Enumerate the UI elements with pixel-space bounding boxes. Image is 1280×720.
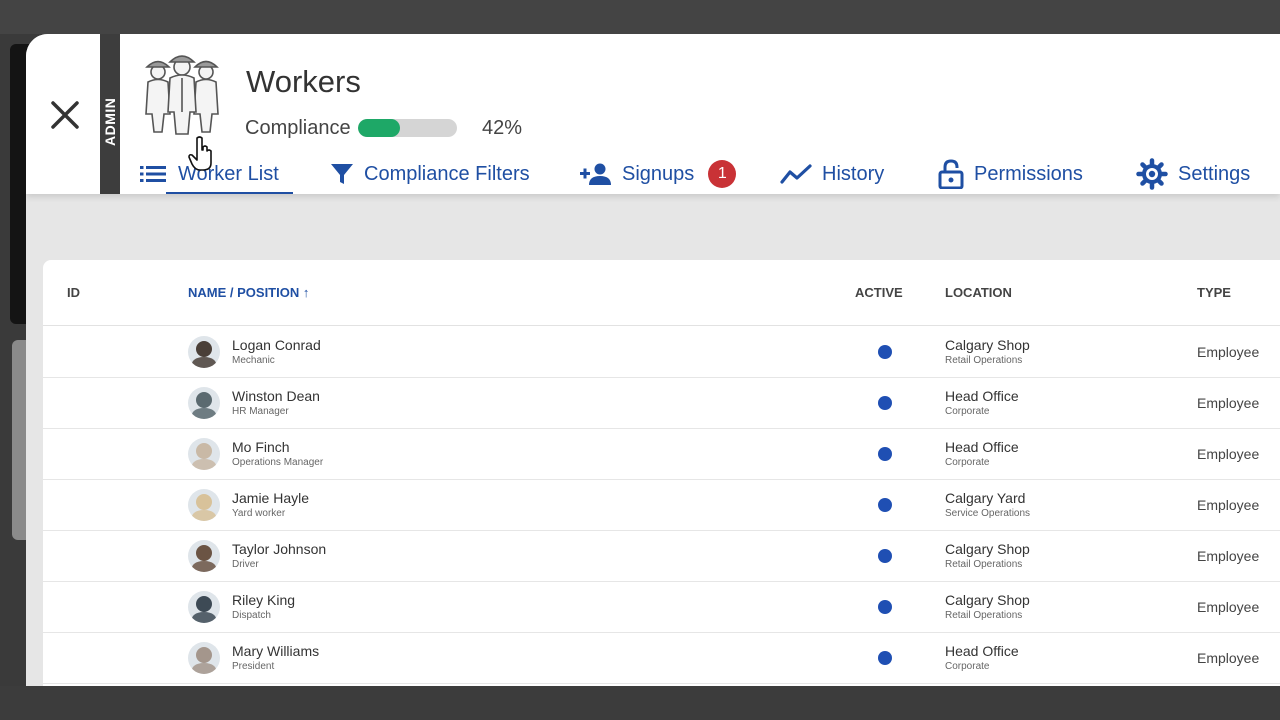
table-row[interactable]: Mary Williams President Head Office Corp… [43,633,1280,684]
gear-icon [1136,158,1168,190]
worker-type: Employee [1197,395,1260,411]
active-status-dot [878,396,892,410]
background-bottom-strip [0,686,1280,720]
tab-compliance-filters[interactable]: Compliance Filters [330,156,530,192]
worker-name[interactable]: Logan Conrad [232,337,321,353]
column-header-active[interactable]: ACTIVE [855,285,903,300]
worker-type: Employee [1197,344,1260,360]
worker-type: Employee [1197,599,1260,615]
avatar [188,336,220,368]
worker-name[interactable]: Jamie Hayle [232,490,309,506]
table-row[interactable]: Logan Conrad Mechanic Calgary Shop Retai… [43,327,1280,378]
column-header-name[interactable]: NAME / POSITION ↑ [188,285,309,300]
avatar [188,387,220,419]
workers-table: ID NAME / POSITION ↑ ACTIVE LOCATION TYP… [43,260,1280,686]
tab-bar: Worker List Compliance Filters Signups 1 [26,156,1280,194]
trend-line-icon [780,164,812,184]
table-row[interactable]: Winston Dean HR Manager Head Office Corp… [43,378,1280,429]
tab-label: Settings [1178,162,1251,185]
worker-position: Yard worker [232,508,286,519]
worker-department: Corporate [945,661,990,672]
worker-department: Retail Operations [945,610,1023,621]
worker-name[interactable]: Taylor Johnson [232,541,326,557]
active-status-dot [878,498,892,512]
table-row[interactable]: Jamie Hayle Yard worker Calgary Yard Ser… [43,480,1280,531]
tab-permissions[interactable]: Permissions [938,156,1083,192]
worker-type: Employee [1197,650,1260,666]
active-status-dot [878,345,892,359]
tab-signups[interactable]: Signups 1 [580,156,737,192]
compliance-label: Compliance [245,117,351,139]
column-header-id[interactable]: ID [67,285,80,300]
tab-label: History [822,162,885,185]
worker-position: President [232,661,275,672]
worker-name[interactable]: Winston Dean [232,388,320,404]
worker-name[interactable]: Mary Williams [232,643,319,659]
avatar [188,642,220,674]
table-row[interactable]: Riley King Dispatch Calgary Shop Retail … [43,582,1280,633]
close-button[interactable] [48,98,82,132]
worker-department: Retail Operations [945,559,1023,570]
worker-position: Dispatch [232,610,271,621]
worker-department: Service Operations [945,508,1031,519]
compliance-progress-bar [358,119,457,137]
list-icon [140,166,166,182]
table-row[interactable]: Mo Finch Operations Manager Head Office … [43,429,1280,480]
worker-department: Retail Operations [945,355,1023,366]
admin-label: ADMIN [102,97,118,146]
tab-history[interactable]: History [780,156,884,192]
table-header: ID NAME / POSITION ↑ ACTIVE LOCATION TYP… [43,260,1280,326]
close-icon [51,101,79,129]
tab-label: Compliance Filters [364,162,530,185]
tab-label: Signups [622,162,695,185]
active-status-dot [878,600,892,614]
header: ADMIN Workers Compliance 42% Worker List… [26,34,1280,194]
compliance-progress-fill [358,119,400,137]
background-top-strip [0,0,1280,34]
avatar [188,591,220,623]
worker-position: Mechanic [232,355,275,366]
column-header-name-label: NAME / POSITION [188,285,300,300]
active-status-dot [878,447,892,461]
worker-type: Employee [1197,497,1260,513]
worker-location: Calgary Yard [945,490,1026,506]
tab-settings[interactable]: Settings [1136,156,1250,192]
worker-location: Head Office [945,388,1019,404]
avatar [188,489,220,521]
worker-name[interactable]: Mo Finch [232,439,290,455]
filter-icon [331,164,353,184]
worker-type: Employee [1197,548,1260,564]
avatar [188,540,220,572]
worker-name[interactable]: Riley King [232,592,295,608]
compliance-percent: 42% [482,117,523,139]
tab-label: Permissions [974,162,1083,185]
column-header-location[interactable]: LOCATION [945,285,1012,300]
worker-position: Operations Manager [232,457,324,468]
active-status-dot [878,651,892,665]
table-row[interactable]: Taylor Johnson Driver Calgary Shop Retai… [43,531,1280,582]
worker-position: Driver [232,559,259,570]
column-header-type[interactable]: TYPE [1197,285,1231,300]
worker-location: Calgary Shop [945,337,1030,353]
worker-location: Head Office [945,439,1019,455]
active-status-dot [878,549,892,563]
avatar [188,438,220,470]
worker-location: Head Office [945,643,1019,659]
worker-location: Calgary Shop [945,541,1030,557]
workers-window: ADMIN Workers Compliance 42% Worker List… [26,34,1280,686]
sort-ascending-icon: ↑ [302,285,310,300]
page-title: Workers [246,64,361,99]
lock-icon [938,159,964,189]
worker-department: Corporate [945,457,990,468]
worker-location: Calgary Shop [945,592,1030,608]
hand-cursor-icon [188,136,212,171]
add-person-icon [580,163,611,185]
worker-position: HR Manager [232,406,289,417]
workers-logo-icon [145,55,219,135]
worker-type: Employee [1197,446,1260,462]
signups-badge: 1 [708,160,737,188]
worker-department: Corporate [945,406,990,417]
